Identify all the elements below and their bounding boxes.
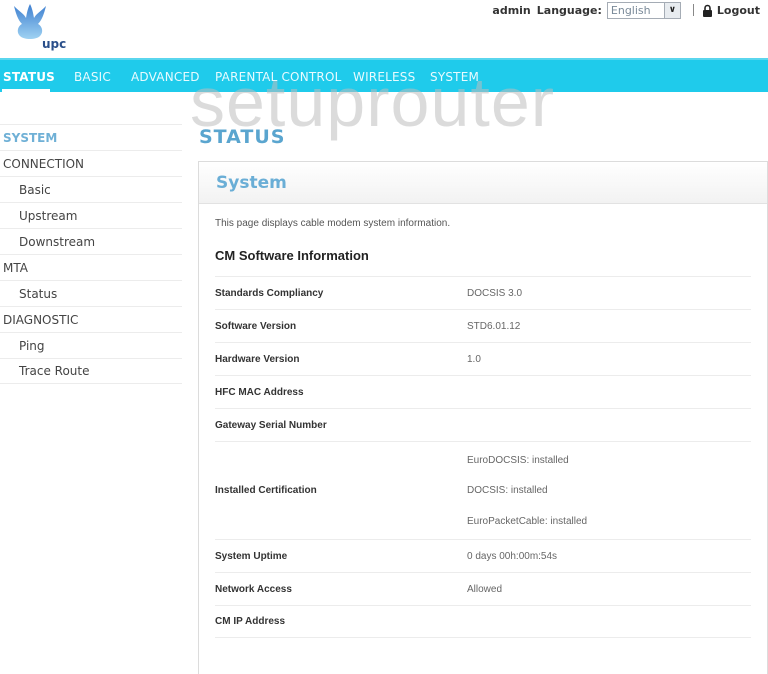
page-description: This page displays cable modem system in… [215,218,451,229]
row-value: 0 days 00h:00m:54s [467,550,558,562]
row-label: Hardware Version [215,353,300,365]
divider [692,4,694,16]
table-row: Installed Certification EuroDOCSIS: inst… [215,441,751,539]
username: admin [492,3,531,17]
sidebar-item-upstream[interactable]: Upstream [0,202,182,228]
user-area: admin Language: English ∨ Logout [492,1,760,19]
active-tab-indicator [2,89,50,92]
row-label: Network Access [215,583,292,595]
sidebar-item-ping[interactable]: Ping [0,332,182,358]
upc-logo[interactable]: upc [10,2,70,52]
sidebar-item-mta[interactable]: MTA [0,254,182,280]
nav-wireless[interactable]: WIRELESS [353,70,415,84]
language-select-value: English [610,3,651,17]
chevron-down-icon[interactable]: ∨ [663,2,680,18]
table-row: System Uptime 0 days 00h:00m:54s [215,539,751,572]
row-value: DOCSIS: installed [467,485,548,496]
lock-icon [702,4,712,17]
top-header: upc admin Language: English ∨ Logout [0,0,768,58]
nav-system[interactable]: SYSTEM [430,70,479,84]
upc-logo-icon [14,4,46,39]
row-value: DOCSIS 3.0 [467,287,523,299]
page-title: STATUS [199,126,286,148]
panel-header: System [199,162,767,204]
sidebar-item-diagnostic[interactable]: DIAGNOSTIC [0,306,182,332]
table-row: CM IP Address [215,605,751,638]
table-row: Network Access Allowed [215,572,751,605]
row-value: Allowed [467,583,503,595]
row-value: 1.0 [467,353,481,365]
sidebar: SYSTEM CONNECTION Basic Upstream Downstr… [0,124,182,384]
language-label: Language: [536,3,602,17]
language-select[interactable]: English ∨ [606,1,681,19]
sidebar-item-system[interactable]: SYSTEM [0,124,182,150]
table-row: HFC MAC Address [215,375,751,408]
sidebar-item-basic[interactable]: Basic [0,176,182,202]
logo-text: upc [42,37,67,51]
sidebar-item-downstream[interactable]: Downstream [0,228,182,254]
row-label: CM IP Address [215,616,286,627]
sidebar-item-connection[interactable]: CONNECTION [0,150,182,176]
table-row: Standards Compliancy DOCSIS 3.0 [215,276,751,309]
panel-title: System [216,173,287,193]
row-label: Standards Compliancy [215,287,324,299]
nav-status[interactable]: STATUS [3,70,55,84]
row-label: HFC MAC Address [215,386,304,398]
table-row: Gateway Serial Number [215,408,751,441]
row-label: Installed Certification [215,485,317,496]
sidebar-item-mta-status[interactable]: Status [0,280,182,306]
nav-advanced[interactable]: ADVANCED [131,70,200,84]
table-row: Hardware Version 1.0 [215,342,751,375]
row-label: Gateway Serial Number [215,419,327,431]
nav-basic[interactable]: BASIC [74,70,111,84]
sidebar-item-trace-route[interactable]: Trace Route [0,358,182,384]
row-label: System Uptime [215,550,288,562]
section-title: CM Software Information [215,248,369,263]
logout-link[interactable]: Logout [717,4,760,17]
row-value: EuroPacketCable: installed [467,515,588,527]
main-nav: STATUS BASIC ADVANCED PARENTAL CONTROL W… [0,58,768,92]
row-value: EuroDOCSIS: installed [467,454,569,466]
system-panel: System This page displays cable modem sy… [198,161,768,674]
table-row: Software Version STD6.01.12 [215,309,751,342]
row-label: Software Version [215,320,297,332]
info-table: Standards Compliancy DOCSIS 3.0 Software… [215,276,751,638]
certification-list: EuroDOCSIS: installed DOCSIS: installed … [467,455,587,527]
nav-parental-control[interactable]: PARENTAL CONTROL [215,70,341,84]
row-value: STD6.01.12 [467,320,521,332]
